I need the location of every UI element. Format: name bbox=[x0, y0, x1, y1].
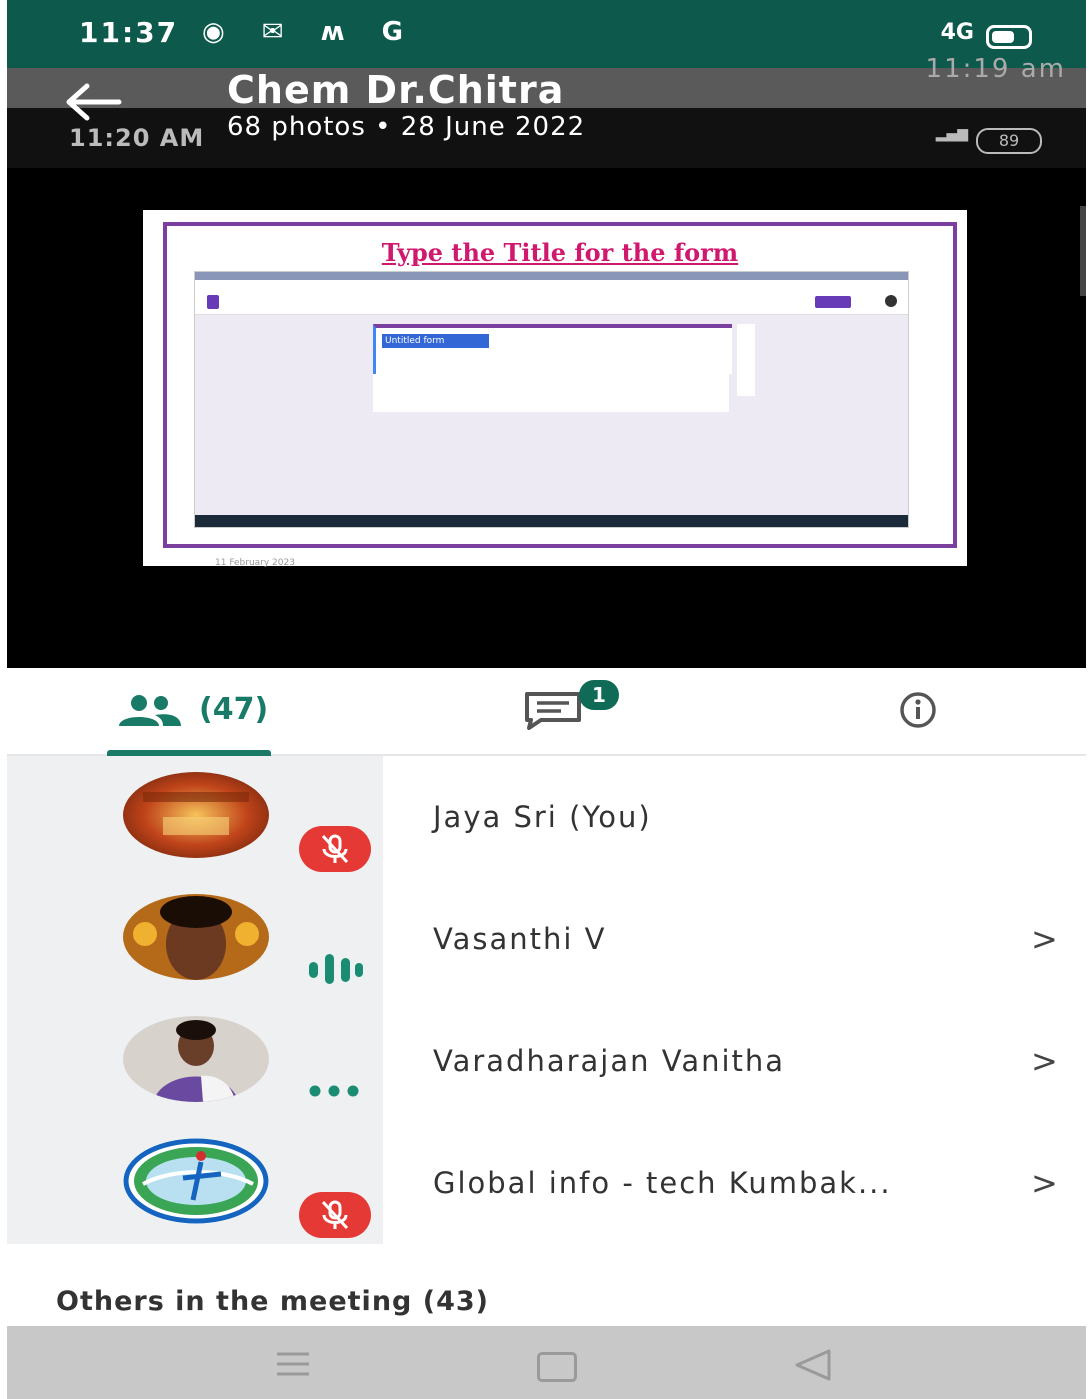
form-question-card bbox=[373, 374, 729, 412]
tab-info[interactable] bbox=[887, 668, 951, 754]
mic-off-icon bbox=[299, 1192, 371, 1238]
avatar bbox=[123, 1016, 269, 1102]
form-title-field: Untitled form bbox=[382, 334, 489, 348]
screenshot-taskbar bbox=[195, 515, 908, 527]
mic-off-icon bbox=[299, 826, 371, 872]
more-dots-icon bbox=[309, 1085, 359, 1097]
chat-unread-badge: 1 bbox=[579, 680, 619, 710]
others-heading: Others in the meeting (43) bbox=[56, 1286, 490, 1317]
status-bar: 11:37 ◉ ✉ ʍ G 4G bbox=[7, 0, 1086, 68]
avatar bbox=[123, 772, 269, 858]
presented-slide: Type the Title for the form Untitled for… bbox=[143, 210, 967, 568]
album-title: Chem Dr.Chitra bbox=[227, 68, 565, 112]
participant-row[interactable]: Global info - tech Kumbak... > bbox=[7, 1122, 1086, 1244]
overlay-time: 11:20 AM bbox=[69, 124, 205, 152]
forms-icon bbox=[207, 295, 219, 309]
chat-icon bbox=[525, 692, 581, 730]
form-toolbar bbox=[737, 324, 755, 396]
back-arrow-icon[interactable] bbox=[65, 82, 125, 122]
slide-title: Type the Title for the form bbox=[381, 238, 739, 267]
tab-people[interactable]: (47) bbox=[107, 668, 279, 756]
chevron-right-icon[interactable]: > bbox=[1031, 1042, 1058, 1080]
participant-row[interactable]: Varadharajan Vanitha > bbox=[7, 1000, 1086, 1122]
right-edge bbox=[1086, 0, 1090, 1399]
notification-icons: ◉ ✉ ʍ G bbox=[202, 17, 417, 47]
meeting-tabs: (47) 1 bbox=[7, 668, 1086, 756]
system-navigation-bar bbox=[7, 1326, 1086, 1399]
chevron-right-icon[interactable]: > bbox=[1031, 1164, 1058, 1202]
presentation-stream[interactable]: Type the Title for the form Untitled for… bbox=[7, 168, 1086, 668]
status-time: 11:37 bbox=[79, 16, 179, 49]
home-icon[interactable] bbox=[537, 1352, 577, 1382]
overlay-time-right: 11:19 am bbox=[925, 54, 1066, 84]
chevron-right-icon[interactable]: > bbox=[1031, 920, 1058, 958]
participant-name: Global info - tech Kumbak... bbox=[433, 1166, 892, 1200]
speaking-icon bbox=[309, 954, 363, 984]
photo-viewer-header: 11:19 am Chem Dr.Chitra 11:20 AM 68 phot… bbox=[7, 54, 1086, 168]
form-title-card: Untitled form bbox=[373, 324, 732, 374]
participant-name: Vasanthi V bbox=[433, 922, 607, 956]
participant-name: Varadharajan Vanitha bbox=[433, 1044, 786, 1078]
tab-chat[interactable]: 1 bbox=[519, 668, 629, 754]
overlay-signal: ▂▄▆ bbox=[935, 126, 968, 142]
participant-row[interactable]: Jaya Sri (You) bbox=[7, 756, 1086, 878]
participant-row[interactable]: Vasanthi V > bbox=[7, 878, 1086, 1000]
people-count: (47) bbox=[199, 692, 269, 727]
left-edge bbox=[0, 0, 7, 1399]
avatar bbox=[123, 894, 269, 980]
menu-icon[interactable] bbox=[275, 1350, 311, 1378]
album-subtitle: 68 photos • 28 June 2022 bbox=[227, 112, 586, 142]
people-icon bbox=[119, 695, 181, 726]
participants-list: Jaya Sri (You) Vasanthi V > Varadharajan… bbox=[7, 756, 1086, 1244]
slide-frame: Type the Title for the form Untitled for… bbox=[163, 222, 957, 568]
info-icon bbox=[900, 692, 936, 728]
back-triangle-icon[interactable] bbox=[793, 1348, 833, 1382]
participant-name: Jaya Sri (You) bbox=[433, 800, 652, 834]
avatar bbox=[123, 1138, 269, 1224]
network-indicator: 4G bbox=[940, 20, 974, 45]
slide-footer: 11 February 2023 bbox=[215, 558, 295, 568]
overlay-battery: 89 bbox=[976, 128, 1042, 154]
battery-icon bbox=[986, 25, 1032, 49]
slide-screenshot: Untitled form bbox=[194, 271, 909, 528]
